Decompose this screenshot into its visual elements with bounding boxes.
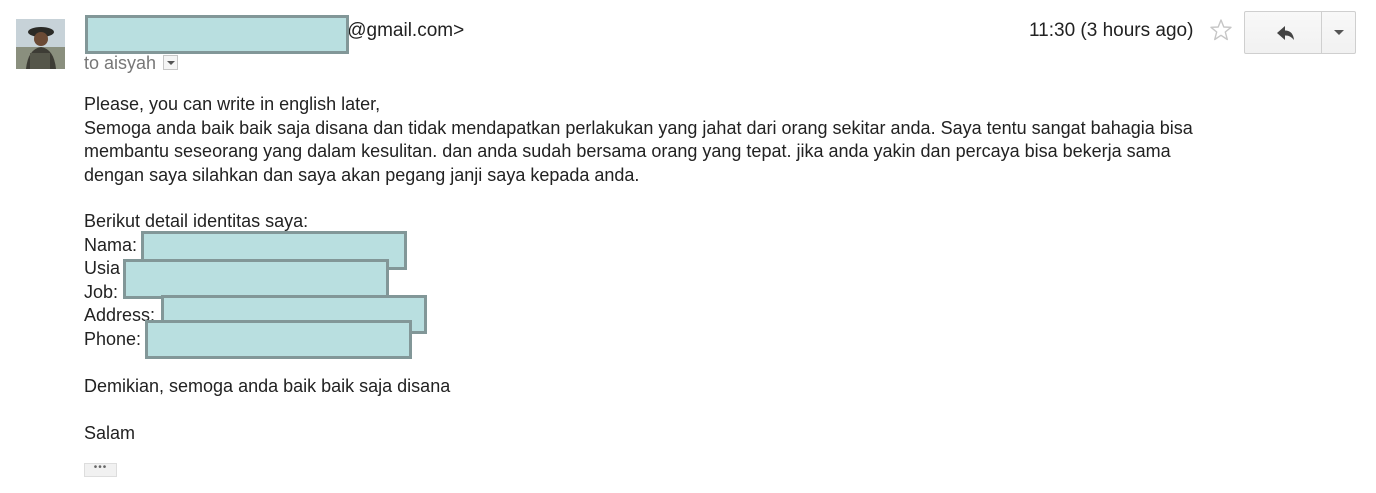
star-icon[interactable] (1209, 18, 1233, 42)
message-paragraph-line-3: dengan saya silahkan dan saya akan pegan… (84, 165, 640, 185)
show-trimmed-content-button[interactable]: ••• (84, 463, 117, 477)
identity-intro: Berikut detail identitas saya: (84, 211, 309, 231)
closing-line: Demikian, semoga anda baik baik saja dis… (84, 376, 451, 396)
age-label: Usia (84, 258, 121, 278)
recipient-label: to aisyah (84, 53, 157, 73)
more-options-button[interactable] (1321, 11, 1356, 54)
address-value-redaction (145, 320, 412, 359)
avatar-photo (16, 19, 65, 69)
name-label: Nama: (84, 235, 138, 255)
message-timestamp: 11:30 (3 hours ago) (1029, 20, 1194, 41)
message-paragraph-line-1: Semoga anda baik baik saja disana dan ti… (84, 118, 1193, 138)
sender-name-redaction (85, 15, 349, 54)
job-label: Job: (84, 282, 119, 302)
reply-button[interactable] (1244, 11, 1322, 54)
sender-avatar[interactable] (16, 19, 65, 69)
recipient-line: to aisyah (84, 53, 179, 74)
sender-email: i@gmail.com> (343, 20, 465, 41)
reply-arrow-icon (1277, 26, 1294, 40)
message-paragraph-line-2: membantu seseorang yang dalam kesulitan.… (84, 141, 1171, 161)
details-toggle-icon[interactable] (163, 54, 179, 70)
signoff: Salam (84, 423, 136, 443)
age-value-redaction (123, 259, 389, 299)
phone-label: Phone: (84, 329, 142, 349)
message-greeting: Please, you can write in english later, (84, 94, 381, 114)
